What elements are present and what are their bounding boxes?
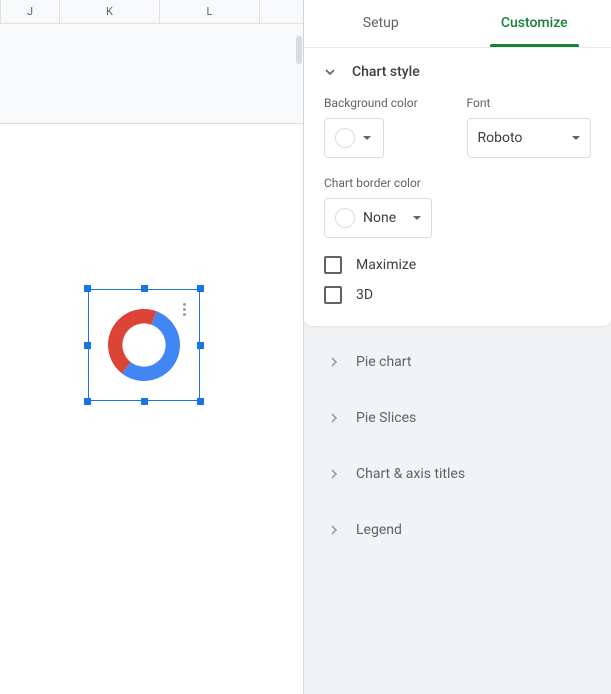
column-header-j[interactable]: J	[0, 0, 60, 23]
section-title: Pie chart	[356, 354, 411, 370]
maximize-checkbox-label: Maximize	[356, 257, 416, 273]
tab-customize[interactable]: Customize	[458, 0, 611, 47]
chevron-down-icon	[324, 66, 336, 78]
caret-down-icon	[572, 134, 580, 142]
chart-border-color-value: None	[363, 210, 405, 226]
checkbox-icon	[324, 256, 342, 274]
chart-style-controls: Background color Font Roboto	[304, 92, 611, 326]
three-d-checkbox-label: 3D	[356, 287, 373, 303]
chevron-right-icon	[328, 356, 340, 368]
column-header-k[interactable]: K	[60, 0, 160, 23]
resize-handle-top-left[interactable]	[84, 285, 91, 292]
section-chart-axis-titles[interactable]: Chart & axis titles	[304, 446, 611, 502]
font-select[interactable]: Roboto	[467, 118, 592, 158]
column-header-l[interactable]: L	[160, 0, 260, 23]
maximize-checkbox[interactable]: Maximize	[324, 256, 591, 274]
section-title: Chart & axis titles	[356, 466, 465, 482]
section-title: Pie Slices	[356, 410, 416, 426]
spreadsheet-canvas[interactable]: J K L	[0, 0, 303, 694]
font-select-value: Roboto	[478, 130, 565, 146]
chart-editor-panel: Setup Customize Chart style Background c…	[303, 0, 611, 694]
embedded-chart[interactable]	[88, 289, 200, 401]
frozen-region	[0, 24, 303, 124]
section-title: Chart style	[352, 64, 420, 80]
caret-down-icon	[363, 134, 371, 142]
color-swatch-icon	[335, 128, 355, 148]
chevron-right-icon	[328, 412, 340, 424]
resize-handle-top-center[interactable]	[141, 285, 148, 292]
color-swatch-icon	[335, 208, 355, 228]
resize-handle-top-right[interactable]	[197, 285, 204, 292]
chart-border-color-select[interactable]: None	[324, 198, 432, 238]
chevron-right-icon	[328, 468, 340, 480]
three-d-checkbox[interactable]: 3D	[324, 286, 591, 304]
font-label: Font	[467, 96, 592, 110]
section-chart-style-header[interactable]: Chart style	[304, 48, 611, 92]
section-pie-slices[interactable]: Pie Slices	[304, 390, 611, 446]
tab-setup[interactable]: Setup	[304, 0, 458, 47]
resize-handle-middle-right[interactable]	[197, 342, 204, 349]
chevron-right-icon	[328, 524, 340, 536]
background-color-select[interactable]	[324, 118, 384, 158]
section-legend[interactable]: Legend	[304, 502, 611, 558]
chart-border-color-label: Chart border color	[324, 176, 591, 190]
chart-editor-card: Setup Customize Chart style Background c…	[304, 0, 611, 326]
background-color-label: Background color	[324, 96, 449, 110]
checkbox-icon	[324, 286, 342, 304]
column-header-row: J K L	[0, 0, 303, 24]
resize-handle-bottom-right[interactable]	[197, 398, 204, 405]
resize-handle-bottom-left[interactable]	[84, 398, 91, 405]
section-pie-chart[interactable]: Pie chart	[304, 334, 611, 390]
caret-down-icon	[413, 214, 421, 222]
editor-tabs: Setup Customize	[304, 0, 611, 48]
resize-handle-bottom-center[interactable]	[141, 398, 148, 405]
resize-handle-middle-left[interactable]	[84, 342, 91, 349]
section-title: Legend	[356, 522, 402, 538]
vertical-scrollbar[interactable]	[296, 36, 302, 64]
chart-kebab-menu-icon[interactable]	[183, 303, 186, 316]
